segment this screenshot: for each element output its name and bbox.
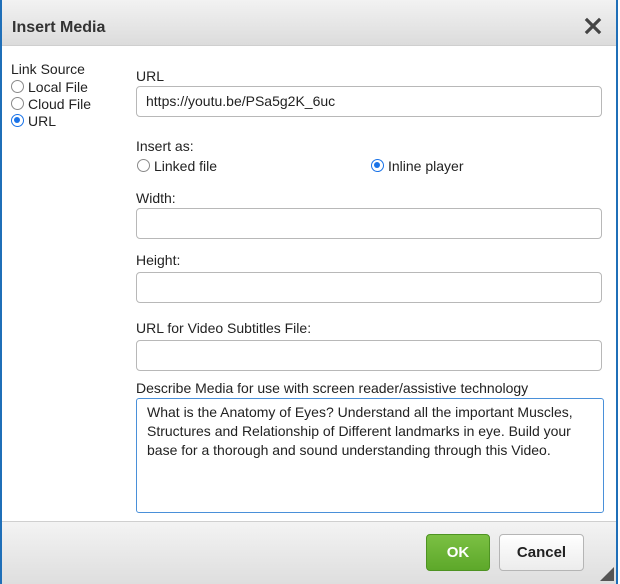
cloud-file-radio[interactable] <box>11 97 24 110</box>
cancel-button[interactable]: Cancel <box>499 534 584 571</box>
width-label: Width: <box>136 190 176 206</box>
height-label: Height: <box>136 252 181 268</box>
url-label: URL <box>136 68 165 84</box>
link-source-local-file[interactable]: Local File <box>11 78 131 95</box>
url-option-label: URL <box>28 112 57 129</box>
insert-as-label: Insert as: <box>136 138 194 154</box>
description-label: Describe Media for use with screen reade… <box>136 380 529 396</box>
ok-button[interactable]: OK <box>426 534 490 571</box>
link-source-panel: Link Source Local File Cloud File URL <box>11 61 131 129</box>
link-source-cloud-file[interactable]: Cloud File <box>11 95 131 112</box>
dialog-footer: OK Cancel <box>2 521 616 584</box>
url-radio[interactable] <box>11 114 24 127</box>
linked-file-label: Linked file <box>154 157 218 174</box>
subtitles-input[interactable] <box>136 340 602 371</box>
local-file-radio[interactable] <box>11 80 24 93</box>
cloud-file-label: Cloud File <box>28 95 92 112</box>
close-icon[interactable] <box>584 17 602 35</box>
insert-as-linked-file[interactable]: Linked file <box>137 157 217 174</box>
height-input[interactable] <box>136 272 602 303</box>
description-textarea[interactable]: What is the Anatomy of Eyes? Understand … <box>136 398 604 513</box>
url-input[interactable]: https://youtu.be/PSa5g2K_6uc <box>136 86 602 117</box>
inline-player-radio[interactable] <box>371 159 384 172</box>
linked-file-radio[interactable] <box>137 159 150 172</box>
insert-media-dialog: Insert Media Link Source Local File Clou… <box>0 0 618 584</box>
width-input[interactable] <box>136 208 602 239</box>
link-source-label: Link Source <box>11 61 85 77</box>
inline-player-label: Inline player <box>388 157 464 174</box>
link-source-url[interactable]: URL <box>11 112 131 129</box>
subtitles-label: URL for Video Subtitles File: <box>136 320 312 336</box>
local-file-label: Local File <box>28 78 88 95</box>
dialog-title: Insert Media <box>12 19 106 36</box>
resize-handle-icon[interactable] <box>600 567 614 581</box>
insert-as-inline-player[interactable]: Inline player <box>371 157 464 174</box>
insert-as-options: Linked file Inline player <box>136 157 606 174</box>
dialog-titlebar[interactable]: Insert Media <box>2 0 616 46</box>
